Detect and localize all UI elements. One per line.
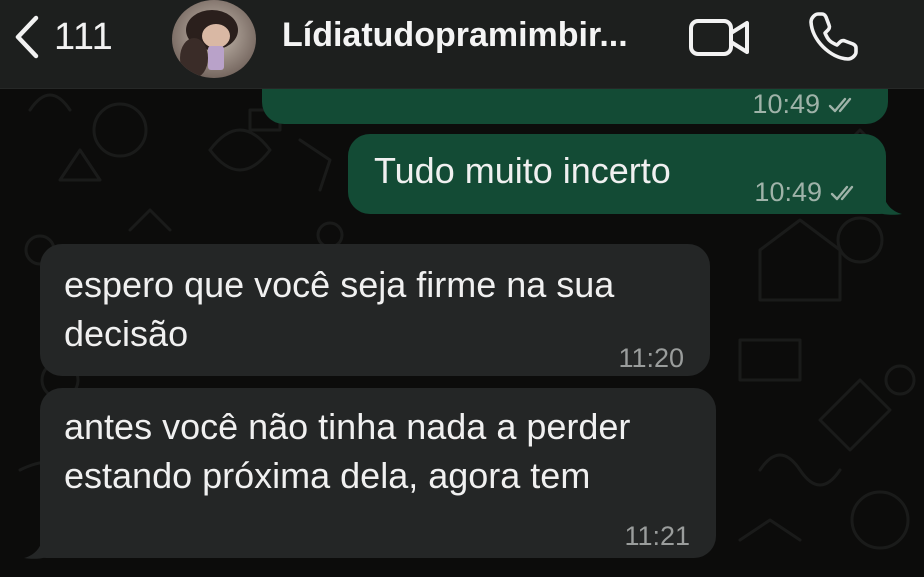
unread-count: 111 bbox=[54, 15, 114, 58]
message-text-line: decisão bbox=[64, 313, 189, 354]
chevron-left-icon bbox=[15, 15, 39, 59]
video-camera-icon bbox=[689, 19, 749, 56]
message-meta: 11:20 bbox=[618, 334, 684, 383]
bubble-tail bbox=[24, 540, 56, 559]
message-meta: 10:49 bbox=[754, 168, 860, 217]
message-text-line: estando próxima dela, agora tem bbox=[64, 455, 591, 496]
message-time: 11:21 bbox=[624, 521, 690, 551]
message-text-line: espero que você seja firme na sua bbox=[64, 264, 615, 305]
read-receipt-icon bbox=[830, 185, 854, 200]
message-bubble-outgoing[interactable]: Tudo muito incerto 10:49 bbox=[348, 134, 886, 214]
message-bubble-incoming[interactable]: espero que você seja firme na sua decisã… bbox=[40, 244, 710, 376]
contact-avatar[interactable] bbox=[172, 0, 256, 78]
message-time: 11:20 bbox=[618, 343, 684, 373]
chat-screen: 111 Lídiatudopramimbir... 10:49 Tudo mui… bbox=[0, 0, 924, 577]
message-text-line: antes você não tinha nada a perder bbox=[64, 406, 631, 447]
bubble-tail bbox=[870, 196, 902, 215]
message-bubble-incoming[interactable]: antes você não tinha nada a perder estan… bbox=[40, 388, 716, 558]
voice-call-button[interactable] bbox=[806, 10, 860, 64]
back-button[interactable]: 111 bbox=[14, 12, 113, 62]
contact-name[interactable]: Lídiatudopramimbir... bbox=[282, 16, 672, 55]
message-meta: 11:21 bbox=[624, 512, 690, 561]
read-receipt-icon bbox=[828, 97, 852, 112]
message-time: 10:49 bbox=[754, 177, 822, 207]
message-text: Tudo muito incerto bbox=[374, 150, 671, 191]
chat-header: 111 Lídiatudopramimbir... bbox=[0, 0, 924, 89]
phone-icon bbox=[809, 12, 858, 61]
video-call-button[interactable] bbox=[688, 16, 752, 60]
